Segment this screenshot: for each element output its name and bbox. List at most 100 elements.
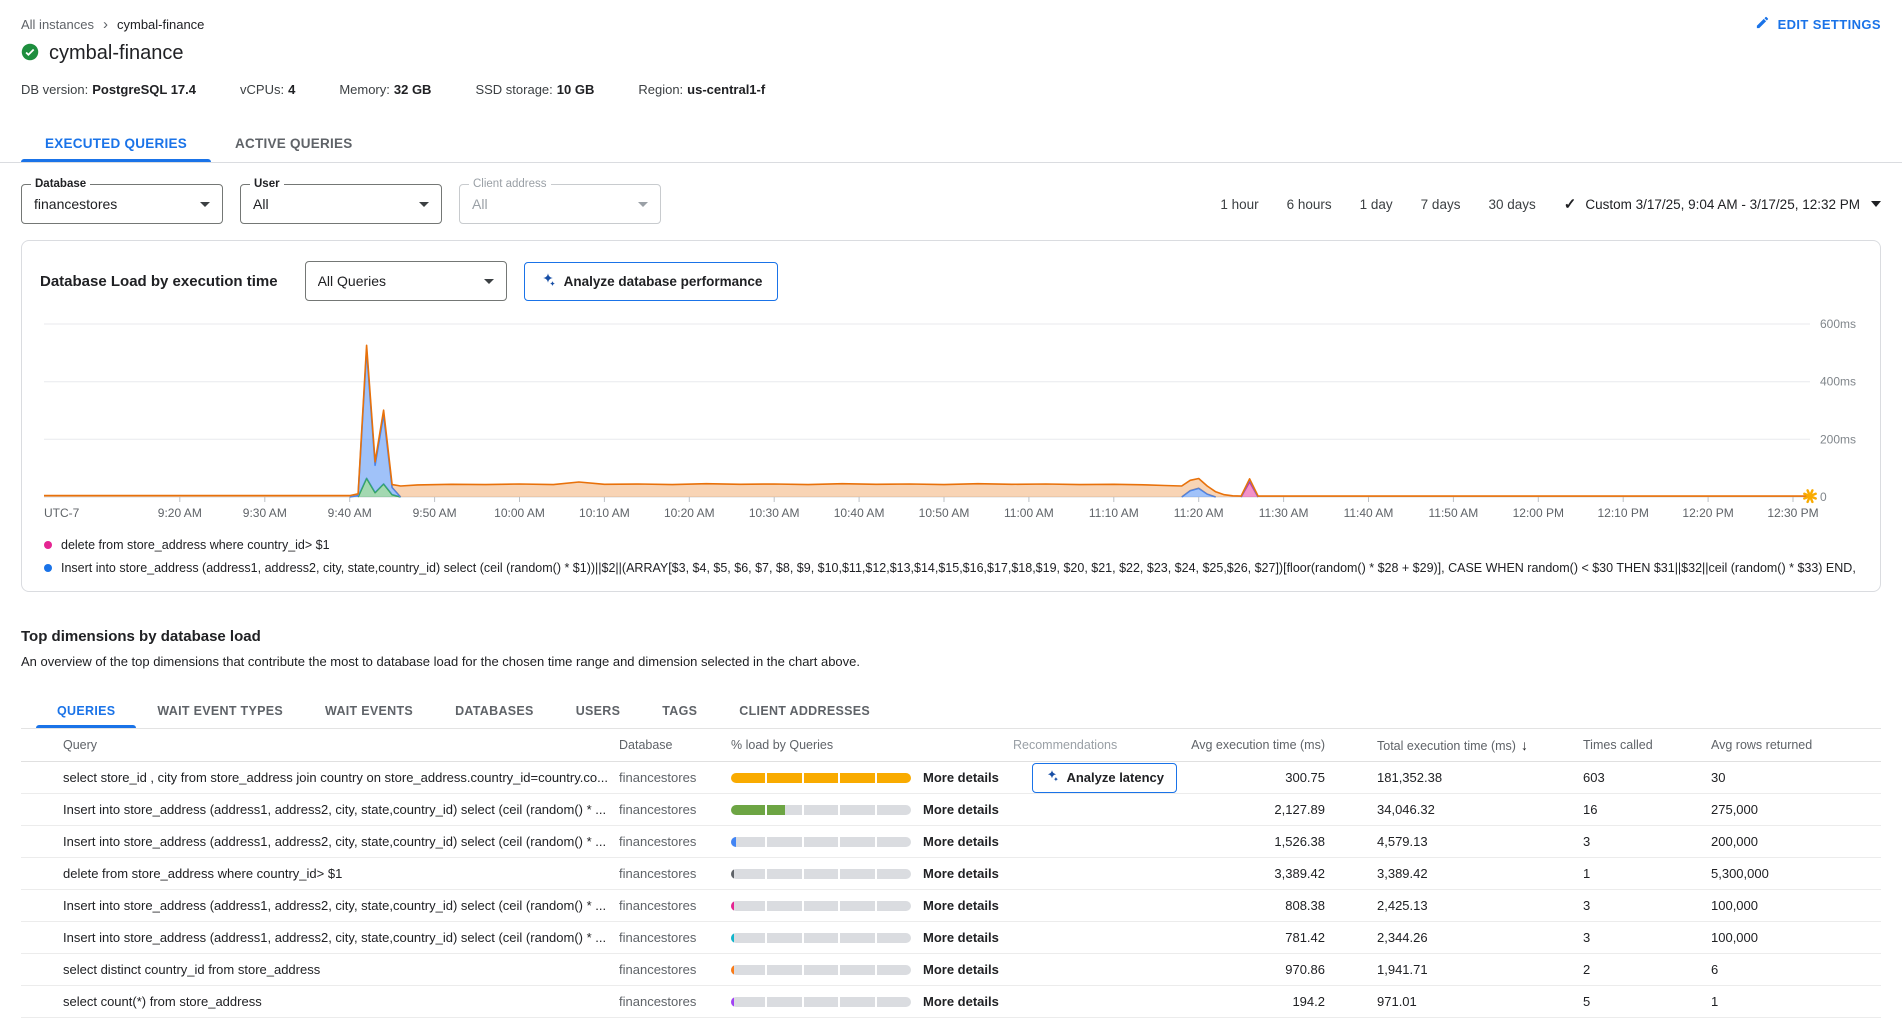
more-details-link[interactable]: More details (923, 834, 999, 849)
breadcrumb-all-instances[interactable]: All instances (21, 17, 94, 32)
time-range-custom-label: Custom 3/17/25, 9:04 AM - 3/17/25, 12:32… (1585, 197, 1860, 212)
dim-tab-tags[interactable]: TAGS (641, 693, 718, 728)
cell-total-execution-time: 971.01 (1377, 994, 1583, 1009)
cell-query[interactable]: select count(*) from store_address (21, 994, 619, 1009)
chevron-down-icon (419, 202, 429, 207)
more-details-link[interactable]: More details (923, 802, 999, 817)
time-range-30-days[interactable]: 30 days (1488, 197, 1535, 212)
column-header-query[interactable]: Query (21, 738, 619, 752)
time-range-custom[interactable]: ✓ Custom 3/17/25, 9:04 AM - 3/17/25, 12:3… (1564, 195, 1881, 213)
cell-query[interactable]: select distinct country_id from store_ad… (21, 962, 619, 977)
cell-avg-rows-returned: 200,000 (1711, 834, 1871, 849)
load-bar (731, 901, 911, 911)
column-header-recommendations[interactable]: Recommendations (1013, 738, 1185, 752)
meta-value: us-central1-f (687, 82, 765, 97)
cell-times-called: 5 (1583, 994, 1711, 1009)
column-header-load-by-queries[interactable]: % load by Queries (731, 738, 1013, 752)
query-filter-select[interactable]: All Queries (305, 261, 507, 301)
dim-tab-databases[interactable]: DATABASES (434, 693, 555, 728)
meta-value: 4 (288, 82, 295, 97)
legend-dot-icon (44, 541, 52, 549)
svg-text:12:10 PM: 12:10 PM (1598, 506, 1649, 520)
cell-query[interactable]: delete from store_address where country_… (21, 866, 619, 881)
chevron-down-icon (638, 202, 648, 207)
svg-text:10:20 AM: 10:20 AM (664, 506, 715, 520)
cell-avg-execution-time: 194.2 (1185, 994, 1377, 1009)
cell-avg-rows-returned: 275,000 (1711, 802, 1871, 817)
load-bar (731, 869, 911, 879)
meta-value: 32 GB (394, 82, 432, 97)
filter-label: User (250, 178, 284, 190)
column-header-avg-execution-time-ms[interactable]: Avg execution time (ms) (1185, 738, 1377, 752)
cell-times-called: 3 (1583, 834, 1711, 849)
svg-text:10:40 AM: 10:40 AM (834, 506, 885, 520)
load-bar (731, 933, 911, 943)
time-range-1-hour[interactable]: 1 hour (1220, 197, 1258, 212)
time-range-1-day[interactable]: 1 day (1360, 197, 1393, 212)
svg-text:0: 0 (1820, 490, 1827, 504)
cell-total-execution-time: 2,344.26 (1377, 930, 1583, 945)
svg-text:11:30 AM: 11:30 AM (1259, 506, 1309, 520)
dim-tab-wait-event-types[interactable]: WAIT EVENT TYPES (136, 693, 304, 728)
column-header-times-called[interactable]: Times called (1583, 738, 1711, 752)
svg-text:11:10 AM: 11:10 AM (1089, 506, 1139, 520)
tab-executed-queries[interactable]: EXECUTED QUERIES (21, 124, 211, 162)
check-icon: ✓ (1564, 195, 1577, 213)
dimension-tabs: QUERIESWAIT EVENT TYPESWAIT EVENTSDATABA… (21, 693, 1881, 729)
cell-avg-rows-returned: 100,000 (1711, 930, 1871, 945)
cell-total-execution-time: 4,579.13 (1377, 834, 1583, 849)
cell-query[interactable]: Insert into store_address (address1, add… (21, 898, 619, 913)
legend-query-text: delete from store_address where country_… (61, 538, 330, 552)
analyze-latency-button[interactable]: Analyze latency (1032, 763, 1177, 793)
dim-tab-users[interactable]: USERS (555, 693, 642, 728)
more-details-link[interactable]: More details (923, 962, 999, 977)
load-bar (731, 837, 911, 847)
cell-load: More details (731, 834, 1013, 849)
column-header-total-execution-time-ms[interactable]: Total execution time (ms)↓ (1377, 737, 1583, 753)
check-circle-icon (21, 43, 39, 64)
svg-text:11:40 AM: 11:40 AM (1344, 506, 1394, 520)
svg-text:12:20 PM: 12:20 PM (1682, 506, 1733, 520)
cell-query[interactable]: Insert into store_address (address1, add… (21, 834, 619, 849)
filter-user[interactable]: UserAll (240, 184, 442, 224)
cell-total-execution-time: 3,389.42 (1377, 866, 1583, 881)
more-details-link[interactable]: More details (923, 898, 999, 913)
top-dimensions-title: Top dimensions by database load (21, 628, 1881, 645)
edit-settings-button[interactable]: EDIT SETTINGS (1755, 15, 1881, 33)
spark-icon (540, 272, 556, 291)
column-header-database[interactable]: Database (619, 738, 731, 752)
time-range-7-days[interactable]: 7 days (1421, 197, 1461, 212)
sort-desc-icon[interactable]: ↓ (1521, 737, 1528, 753)
cell-query[interactable]: select store_id , city from store_addres… (21, 770, 619, 785)
column-header-avg-rows-returned[interactable]: Avg rows returned (1711, 738, 1871, 752)
cell-times-called: 16 (1583, 802, 1711, 817)
filter-database[interactable]: Databasefinancestores (21, 184, 223, 224)
load-chart[interactable]: 600ms400ms200ms0UTC-79:20 AM9:30 AM9:40 … (36, 311, 1872, 527)
cell-database: financestores (619, 770, 731, 785)
table-header-row: QueryDatabase% load by QueriesRecommenda… (21, 729, 1881, 762)
cell-query[interactable]: Insert into store_address (address1, add… (21, 930, 619, 945)
svg-text:9:30 AM: 9:30 AM (243, 506, 287, 520)
legend-item-2[interactable]: Insert into store_address (address1, add… (44, 561, 1858, 575)
meta-label: DB version: (21, 82, 88, 97)
meta-value: 10 GB (557, 82, 595, 97)
more-details-link[interactable]: More details (923, 866, 999, 881)
svg-text:9:20 AM: 9:20 AM (158, 506, 202, 520)
breadcrumb-current: cymbal-finance (117, 17, 204, 32)
dim-tab-client-addresses[interactable]: CLIENT ADDRESSES (718, 693, 891, 728)
svg-text:9:50 AM: 9:50 AM (413, 506, 457, 520)
cell-query[interactable]: Insert into store_address (address1, add… (21, 802, 619, 817)
tab-active-queries[interactable]: ACTIVE QUERIES (211, 124, 377, 162)
cell-times-called: 2 (1583, 962, 1711, 977)
legend-item-1[interactable]: delete from store_address where country_… (44, 538, 1858, 552)
more-details-link[interactable]: More details (923, 930, 999, 945)
dim-tab-queries[interactable]: QUERIES (36, 693, 136, 728)
edit-settings-label: EDIT SETTINGS (1778, 17, 1881, 32)
analyze-database-performance-button[interactable]: Analyze database performance (524, 262, 779, 301)
spark-icon (1045, 769, 1059, 786)
more-details-link[interactable]: More details (923, 770, 999, 785)
dim-tab-wait-events[interactable]: WAIT EVENTS (304, 693, 434, 728)
more-details-link[interactable]: More details (923, 994, 999, 1009)
chart-header: Database Load by execution time All Quer… (22, 261, 1880, 301)
time-range-6-hours[interactable]: 6 hours (1287, 197, 1332, 212)
